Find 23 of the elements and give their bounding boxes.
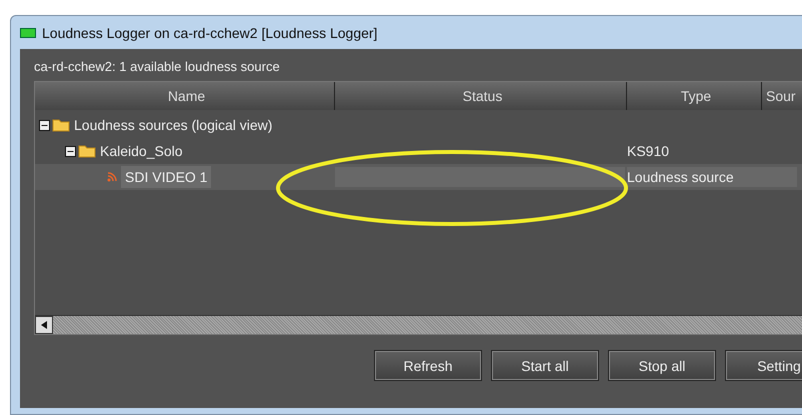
action-button[interactable]: Start all <box>491 350 599 381</box>
rss-icon <box>107 172 117 182</box>
minus-toggle-icon[interactable] <box>39 120 50 130</box>
tree-item[interactable]: Kaleido_Solo <box>96 140 187 162</box>
scroll-left-button[interactable] <box>35 316 53 334</box>
column-header[interactable]: Type <box>627 82 762 110</box>
status-led-icon <box>20 28 36 38</box>
folder-icon <box>52 118 70 132</box>
left-arrow-icon <box>41 321 47 329</box>
tree-item[interactable]: SDI VIDEO 1 <box>121 166 212 188</box>
column-header[interactable]: Status <box>335 82 627 110</box>
type-cell-text: KS910 <box>627 142 670 161</box>
minus-toggle-icon[interactable] <box>65 146 76 156</box>
tree-item[interactable]: Loudness sources (logical view) <box>70 114 276 136</box>
column-header[interactable]: Name <box>35 82 335 110</box>
window-title: Loudness Logger on ca-rd-cchew2 [Loudness Logger] <box>42 24 378 40</box>
action-button[interactable]: Setting <box>725 350 802 381</box>
column-header[interactable]: Sour <box>762 82 802 110</box>
type-cell: Loudness source <box>627 167 797 187</box>
action-button[interactable]: Stop all <box>608 350 716 381</box>
action-button[interactable]: Refresh <box>374 350 482 381</box>
folder-icon <box>78 144 96 158</box>
source-count-text: ca-rd-cchew2: 1 available loudness source <box>34 59 281 76</box>
